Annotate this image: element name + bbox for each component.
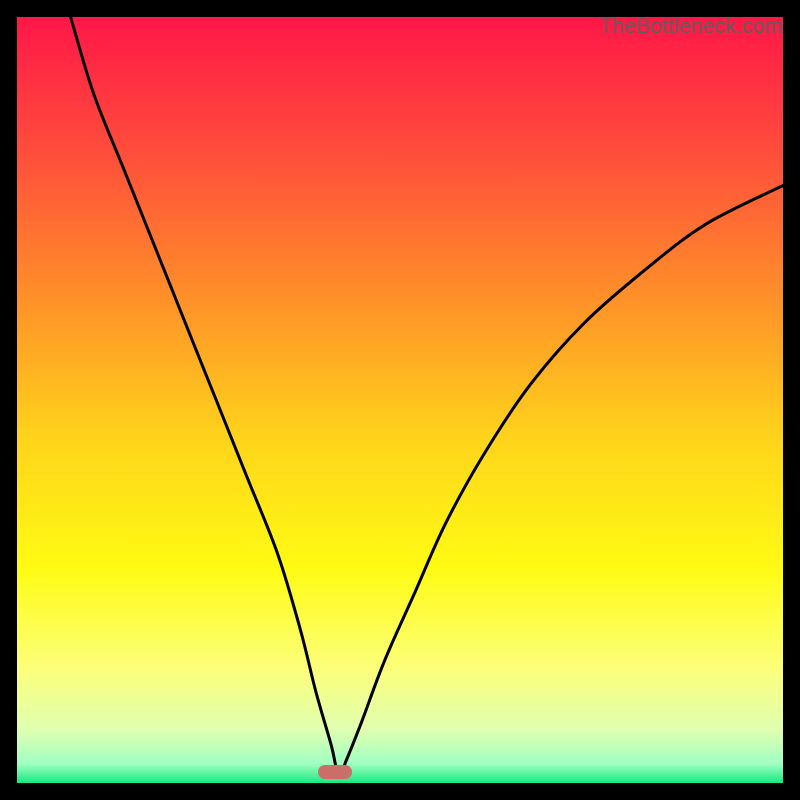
bottleneck-chart	[17, 17, 783, 783]
optimal-point-marker	[318, 765, 352, 779]
watermark-text: TheBottleneck.com	[600, 15, 783, 39]
chart-frame: TheBottleneck.com	[17, 17, 783, 783]
gradient-background	[17, 17, 783, 783]
